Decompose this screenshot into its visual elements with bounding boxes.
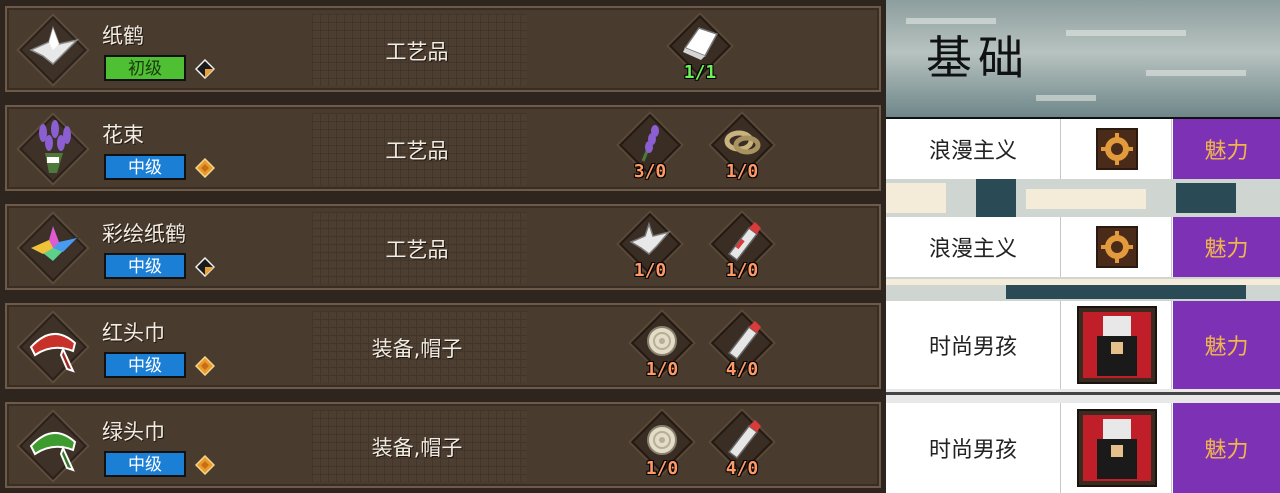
paint-tube-icon bbox=[727, 420, 761, 460]
romance-gear-icon bbox=[1095, 226, 1138, 268]
recipe-name: 花束 bbox=[102, 123, 144, 147]
paint-tube-icon bbox=[727, 321, 761, 361]
fashion-boy-portrait-icon bbox=[1076, 409, 1157, 487]
recipe-name: 纸鹤 bbox=[102, 24, 144, 48]
section-banner: 基础 bbox=[886, 0, 1280, 117]
material-count: 1/0 bbox=[725, 260, 759, 281]
trait-attribute: 魅力 bbox=[1173, 119, 1280, 179]
orange-diamond-icon bbox=[195, 158, 215, 178]
recipe-name: 绿头巾 bbox=[102, 420, 165, 444]
material-count: 1/0 bbox=[645, 458, 679, 479]
material-count: 1/0 bbox=[725, 161, 759, 182]
paper-crane-icon bbox=[629, 221, 672, 255]
cloth-roll-icon bbox=[647, 326, 677, 356]
background-gap bbox=[886, 277, 1280, 301]
material-slot[interactable]: 1/0 bbox=[627, 311, 697, 383]
level-badge: 中级 bbox=[104, 352, 186, 378]
paper-crane-icon bbox=[29, 25, 80, 66]
material-slot[interactable]: 1/1 bbox=[665, 14, 735, 86]
material-count: 4/0 bbox=[725, 458, 759, 479]
material-count: 4/0 bbox=[725, 359, 759, 380]
trait-attribute: 魅力 bbox=[1173, 403, 1280, 493]
level-badge: 中级 bbox=[104, 253, 186, 279]
recipe-row[interactable]: 红头巾 中级 装备,帽子 1/0 4/0 bbox=[5, 303, 881, 389]
recipe-name: 彩绘纸鹤 bbox=[102, 222, 186, 246]
material-slot[interactable]: 1/0 bbox=[707, 113, 777, 185]
material-slot[interactable]: 3/0 bbox=[615, 113, 685, 185]
paint-tube-icon bbox=[727, 222, 761, 262]
item-slot bbox=[19, 412, 87, 480]
trait-icon-cell bbox=[1062, 217, 1172, 277]
trait-row[interactable]: 时尚男孩 魅力 bbox=[886, 403, 1280, 493]
trait-icon-cell bbox=[1062, 119, 1172, 179]
material-slot[interactable]: 1/0 bbox=[707, 212, 777, 284]
green-bandana-icon bbox=[29, 432, 77, 472]
level-badge: 初级 bbox=[104, 55, 186, 81]
level-badge: 中级 bbox=[104, 451, 186, 477]
rope-icon bbox=[724, 130, 761, 155]
recipe-name: 红头巾 bbox=[102, 321, 165, 345]
material-slot[interactable]: 4/0 bbox=[707, 311, 777, 383]
material-count: 1/0 bbox=[645, 359, 679, 380]
lavender-icon bbox=[641, 125, 659, 162]
romance-gear-icon bbox=[1095, 128, 1138, 170]
black-gold-diamond-icon bbox=[195, 257, 215, 277]
trait-icon-cell bbox=[1062, 301, 1172, 389]
background-gap bbox=[886, 179, 1280, 217]
background-gap bbox=[886, 389, 1280, 403]
recipe-category: 工艺品 bbox=[385, 238, 449, 262]
black-gold-diamond-icon bbox=[195, 59, 215, 79]
fashion-boy-portrait-icon bbox=[1076, 306, 1157, 384]
trait-row[interactable]: 时尚男孩 魅力 bbox=[886, 301, 1280, 389]
trait-name: 浪漫主义 bbox=[886, 119, 1061, 179]
trait-table: 基础 浪漫主义 魅力 浪漫主义 魅力 时尚男孩 魅力 时尚男孩 魅力 bbox=[886, 0, 1280, 493]
level-badge: 中级 bbox=[104, 154, 186, 180]
item-slot bbox=[19, 313, 87, 381]
recipe-row[interactable]: 绿头巾 中级 装备,帽子 1/0 4/0 bbox=[5, 402, 881, 488]
recipe-row[interactable]: 花束 中级 工艺品 3/0 1/0 bbox=[5, 105, 881, 191]
recipe-list: 纸鹤 初级 工艺品 1/1 花束 中级 工艺品 3/0 1/0 彩绘纸鹤 中级 … bbox=[0, 0, 886, 493]
material-count: 1/0 bbox=[633, 260, 667, 281]
material-count: 1/1 bbox=[683, 62, 717, 83]
red-bandana-icon bbox=[29, 333, 77, 373]
item-slot bbox=[19, 214, 87, 282]
trait-name: 时尚男孩 bbox=[886, 403, 1061, 493]
recipe-category: 工艺品 bbox=[385, 40, 449, 64]
cloth-roll-icon bbox=[647, 425, 677, 455]
recipe-category: 装备,帽子 bbox=[371, 337, 463, 361]
recipe-category: 工艺品 bbox=[385, 139, 449, 163]
item-slot bbox=[19, 16, 87, 84]
trait-attribute: 魅力 bbox=[1173, 217, 1280, 277]
recipe-row[interactable]: 纸鹤 初级 工艺品 1/1 bbox=[5, 6, 881, 92]
trait-row[interactable]: 浪漫主义 魅力 bbox=[886, 119, 1280, 179]
orange-diamond-icon bbox=[195, 455, 215, 475]
section-title: 基础 bbox=[926, 31, 1030, 85]
trait-name: 浪漫主义 bbox=[886, 217, 1061, 277]
lavender-bouquet-icon bbox=[39, 120, 71, 173]
trait-name: 时尚男孩 bbox=[886, 301, 1061, 389]
recipe-row[interactable]: 彩绘纸鹤 中级 工艺品 1/0 1/0 bbox=[5, 204, 881, 290]
orange-diamond-icon bbox=[195, 356, 215, 376]
material-slot[interactable]: 1/0 bbox=[627, 410, 697, 482]
material-slot[interactable]: 1/0 bbox=[615, 212, 685, 284]
trait-icon-cell bbox=[1062, 403, 1172, 493]
trait-attribute: 魅力 bbox=[1173, 301, 1280, 389]
material-count: 3/0 bbox=[633, 161, 667, 182]
item-slot bbox=[19, 115, 87, 183]
rainbow-crane-icon bbox=[29, 223, 80, 264]
trait-row[interactable]: 浪漫主义 魅力 bbox=[886, 217, 1280, 277]
paper-icon bbox=[683, 27, 719, 60]
recipe-category: 装备,帽子 bbox=[371, 436, 463, 460]
material-slot[interactable]: 4/0 bbox=[707, 410, 777, 482]
